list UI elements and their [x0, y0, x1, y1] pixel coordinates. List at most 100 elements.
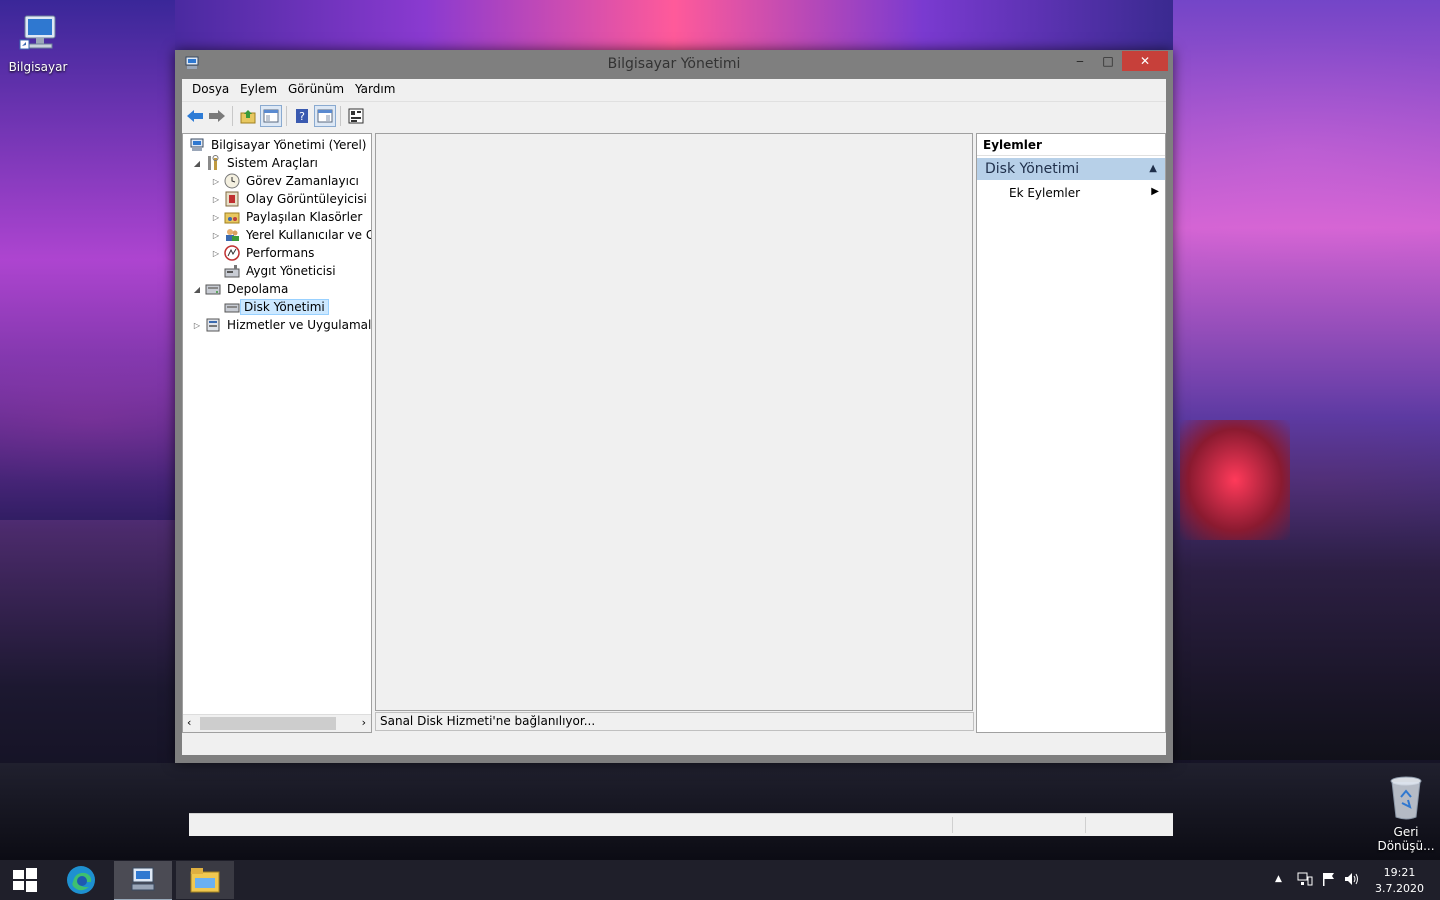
forward-arrow-icon[interactable]: [206, 105, 228, 127]
device-manager-icon: [224, 263, 240, 279]
window-title: Bilgisayar Yönetimi: [607, 56, 741, 72]
result-pane: [375, 133, 973, 711]
horizontal-scrollbar[interactable]: ‹ ›: [183, 714, 371, 732]
tray-overflow-chevron-icon[interactable]: ▲: [1275, 874, 1282, 884]
scroll-right-icon[interactable]: ›: [362, 716, 366, 729]
system-clock[interactable]: 19:21 3.7.2020: [1375, 865, 1424, 897]
tree-item-disk-management[interactable]: Disk Yönetimi: [210, 298, 329, 316]
title-bar[interactable]: Bilgisayar Yönetimi ‒ □ ✕: [175, 50, 1173, 78]
wallpaper-top-center: [175, 0, 1173, 50]
tree-item-performance[interactable]: ▷ Performans: [210, 244, 316, 262]
status-bar: [189, 813, 1173, 836]
recycle-bin-icon: [1386, 775, 1426, 821]
actions-section-disk-management[interactable]: Disk Yönetimi ▲: [977, 158, 1165, 180]
toolbar-separator: [340, 106, 341, 126]
show-hide-action-pane-icon[interactable]: [314, 105, 336, 127]
tree-root-label: Bilgisayar Yönetimi (Yerel): [211, 138, 367, 152]
tree-item-label: Hizmetler ve Uygulamalar: [227, 318, 372, 332]
collapse-arrow-icon[interactable]: ◢: [191, 285, 203, 294]
tree-root[interactable]: Bilgisayar Yönetimi (Yerel): [187, 136, 368, 154]
collapse-up-icon[interactable]: ▲: [1149, 158, 1157, 180]
taskbar-computer-management[interactable]: [114, 861, 172, 900]
properties-icon[interactable]: [345, 105, 367, 127]
desktop-icon-computer[interactable]: Bilgisayar: [3, 12, 73, 74]
disk-icon: [224, 299, 240, 315]
up-folder-icon[interactable]: [237, 105, 259, 127]
action-label: Ek Eylemler: [1009, 186, 1081, 200]
users-icon: [224, 227, 240, 243]
services-icon: [205, 317, 221, 333]
tree-item-storage[interactable]: ◢ Depolama: [191, 280, 290, 298]
help-icon[interactable]: ?: [291, 105, 313, 127]
desktop-icon-label: Bilgisayar: [8, 60, 68, 74]
maximize-button[interactable]: □: [1095, 51, 1121, 71]
event-viewer-icon: [224, 191, 240, 207]
shared-folder-icon: [224, 209, 240, 225]
svg-text:?: ?: [299, 110, 305, 123]
network-icon[interactable]: [1297, 872, 1313, 889]
start-button[interactable]: [0, 861, 50, 899]
toolbar: ?: [182, 101, 1166, 130]
back-arrow-icon[interactable]: [184, 105, 206, 127]
menu-help[interactable]: Yardım: [355, 82, 395, 96]
computer-management-icon: [189, 137, 205, 153]
close-button[interactable]: ✕: [1122, 51, 1168, 71]
window-content: Bilgisayar Yönetimi (Yerel) ◢ Sistem Ara…: [182, 130, 1173, 836]
file-explorer-icon: [190, 868, 220, 893]
edge-icon: [67, 866, 95, 894]
wallpaper-car-light: [1180, 420, 1290, 540]
menu-bar: Dosya Eylem Görünüm Yardım: [182, 79, 1166, 101]
menu-file[interactable]: Dosya: [192, 82, 229, 96]
console-tree: Bilgisayar Yönetimi (Yerel) ◢ Sistem Ara…: [182, 133, 372, 733]
computer-management-icon: [131, 867, 155, 891]
tree-item-event-viewer[interactable]: ▷ Olay Görüntüleyicisi: [210, 190, 369, 208]
collapse-arrow-icon[interactable]: ◢: [191, 159, 203, 168]
clock-date: 3.7.2020: [1375, 882, 1424, 895]
tree-item-label: Yerel Kullanıcılar ve Gru: [246, 228, 371, 242]
wallpaper-neon-left: [0, 0, 175, 520]
scrollbar-thumb[interactable]: [200, 717, 336, 730]
tree-item-local-users[interactable]: ▷ Yerel Kullanıcılar ve Gru: [210, 226, 371, 244]
expand-arrow-icon[interactable]: ▷: [210, 177, 222, 186]
status-bar-separator: [1085, 817, 1086, 833]
expand-arrow-icon[interactable]: ▷: [210, 195, 222, 204]
tree-item-shared-folders[interactable]: ▷ Paylaşılan Klasörler: [210, 208, 364, 226]
menu-view[interactable]: Görünüm: [288, 82, 344, 96]
scroll-left-icon[interactable]: ‹: [187, 716, 191, 729]
taskbar-edge[interactable]: [52, 861, 110, 899]
action-center-flag-icon[interactable]: [1321, 872, 1335, 889]
wallpaper-floor: [0, 763, 1440, 860]
expand-arrow-icon[interactable]: ▷: [210, 249, 222, 258]
tree-item-label: Görev Zamanlayıcı: [246, 174, 359, 188]
desktop-icon-recycle-bin[interactable]: Geri Dönüşü...: [1371, 775, 1440, 853]
performance-icon: [224, 245, 240, 261]
show-hide-console-tree-icon[interactable]: [260, 105, 282, 127]
clock-icon: [224, 173, 240, 189]
taskbar-file-explorer[interactable]: [176, 861, 234, 899]
tree-item-task-scheduler[interactable]: ▷ Görev Zamanlayıcı: [210, 172, 361, 190]
start-icon: [13, 868, 37, 892]
volume-icon[interactable]: [1344, 872, 1360, 889]
menu-action[interactable]: Eylem: [240, 82, 277, 96]
desktop-icon-label: Geri Dönüşü...: [1377, 825, 1435, 853]
minimize-button[interactable]: ‒: [1067, 51, 1093, 71]
action-more-actions[interactable]: Ek Eylemler ▶: [1009, 186, 1159, 200]
tree-item-label: Olay Görüntüleyicisi: [246, 192, 367, 206]
tree-item-services-apps[interactable]: ▷ Hizmetler ve Uygulamalar: [191, 316, 372, 334]
status-bar-separator: [952, 817, 953, 833]
result-status-message: Sanal Disk Hizmeti'ne bağlanılıyor...: [375, 712, 974, 731]
taskbar: ▲ 19:21 3.7.2020: [0, 860, 1440, 900]
expand-arrow-icon[interactable]: ▷: [210, 213, 222, 222]
tree-item-label: Sistem Araçları: [227, 156, 318, 170]
tree-item-label: Depolama: [227, 282, 289, 296]
tree-item-label: Disk Yönetimi: [240, 299, 329, 315]
clock-time: 19:21: [1383, 866, 1416, 879]
toolbar-separator: [232, 106, 233, 126]
tree-item-device-manager[interactable]: Aygıt Yöneticisi: [210, 262, 338, 280]
expand-arrow-icon[interactable]: ▷: [191, 321, 203, 330]
tree-item-label: Performans: [246, 246, 315, 260]
tree-item-system-tools[interactable]: ◢ Sistem Araçları: [191, 154, 320, 172]
expand-arrow-icon[interactable]: ▷: [210, 231, 222, 240]
computer-icon: [16, 12, 60, 56]
actions-header: Eylemler: [977, 134, 1165, 156]
